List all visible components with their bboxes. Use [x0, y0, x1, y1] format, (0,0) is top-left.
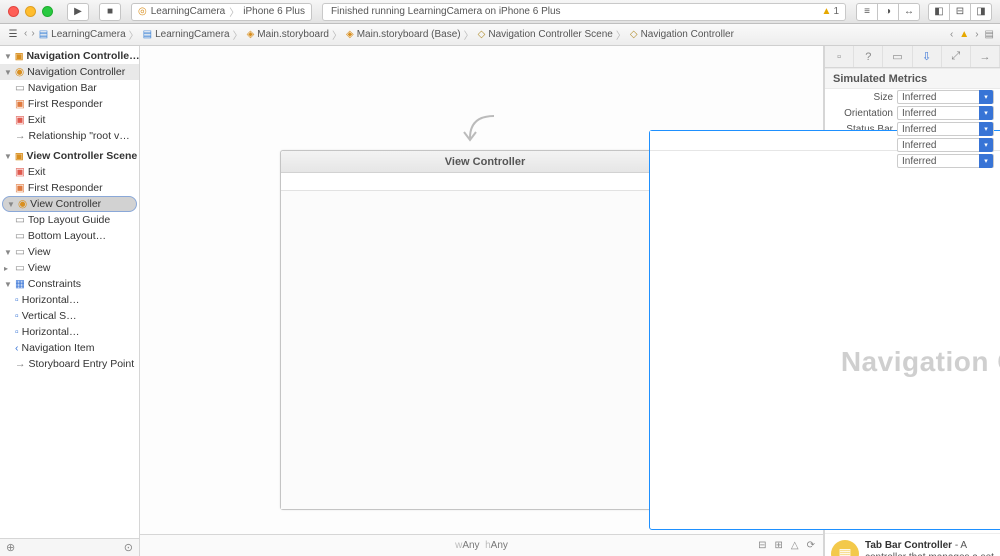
simulated-status-bar: [281, 173, 689, 191]
outline-scene-nav[interactable]: ▼▣Navigation Controlle…: [0, 48, 139, 64]
window-controls: [8, 6, 53, 17]
outline-scene-vc[interactable]: ▼▣View Controller Scene: [0, 148, 139, 164]
outline-constraints[interactable]: ▼▦Constraints: [0, 276, 139, 292]
outline-view[interactable]: ▼▭View: [0, 244, 139, 260]
run-button[interactable]: ▶: [67, 3, 89, 21]
filter-clock-icon[interactable]: ⊙: [124, 541, 133, 554]
topbar-select[interactable]: Inferred▾: [897, 138, 994, 152]
inspector-tabs: ▫ ? ▭ ⇩ ⤢ →: [825, 46, 1000, 68]
outline-subview[interactable]: ▸▭View: [0, 260, 139, 276]
orientation-label: Orientation: [831, 108, 893, 119]
library-item-icon: ▦: [831, 540, 859, 556]
storyboard-canvas[interactable]: View Controller ⟶ ‹ ▣ ▣ Navigation Cont …: [140, 46, 824, 556]
issue-indicator-icon[interactable]: ▲: [959, 29, 969, 40]
panel-toggle-segment[interactable]: ◧ ⊟ ◨: [928, 3, 992, 21]
entry-arrow-icon: [460, 114, 500, 154]
crumb-storyboard-base[interactable]: ◈Main.storyboard (Base)〉: [346, 27, 474, 42]
connections-inspector-tab[interactable]: →: [971, 46, 1000, 67]
crumb-scene[interactable]: ◇Navigation Controller Scene〉: [478, 27, 626, 42]
file-inspector-tab[interactable]: ▫: [825, 46, 854, 67]
warning-icon[interactable]: ▲: [822, 6, 832, 17]
pin-tool-icon[interactable]: ⊞: [775, 540, 783, 551]
close-window[interactable]: [8, 6, 19, 17]
outline-entry-point[interactable]: →Storyboard Entry Point: [0, 356, 139, 372]
size-inspector-tab[interactable]: ⤢: [942, 46, 971, 67]
scheme-target: LearningCamera: [151, 6, 226, 17]
size-select[interactable]: Inferred▾: [897, 90, 994, 104]
jump-bar: ☰ ‹ › ▤LearningCamera〉 ▤LearningCamera〉 …: [0, 24, 1000, 46]
size-class-selector[interactable]: wAny hAny: [455, 540, 508, 551]
outline-first-responder-2[interactable]: ▣First Responder: [0, 180, 139, 196]
jump-prev-issue-icon[interactable]: ‹: [950, 29, 953, 40]
outline-view-controller[interactable]: ▼◉View Controller: [2, 196, 137, 212]
editor-mode-segment[interactable]: ≡ ◑ ↔: [856, 3, 920, 21]
outline-navcontroller[interactable]: ▼◉Navigation Controller: [0, 64, 139, 80]
zoom-window[interactable]: [42, 6, 53, 17]
jump-next-issue-icon[interactable]: ›: [975, 29, 978, 40]
toggle-debug-icon[interactable]: ⊟: [949, 3, 971, 21]
status-text: Finished running LearningCamera on iPhon…: [331, 6, 561, 17]
crumb-storyboard[interactable]: ◈Main.storyboard〉: [247, 27, 342, 42]
version-editor-icon[interactable]: ↔: [898, 3, 920, 21]
outline-exit-2[interactable]: ▣Exit: [0, 164, 139, 180]
jump-back-icon[interactable]: ‹: [24, 28, 27, 42]
attributes-inspector-tab[interactable]: ⇩: [913, 46, 942, 67]
standard-editor-icon[interactable]: ≡: [856, 3, 878, 21]
outline-relationship[interactable]: →Relationship "root v…: [0, 128, 139, 144]
canvas-footer: wAny hAny ⊟ ⊞ △ ⟳: [140, 534, 823, 556]
toggle-inspector-icon[interactable]: ◨: [970, 3, 992, 21]
toggle-navigator-icon[interactable]: ◧: [928, 3, 950, 21]
outline-navigation-item[interactable]: ‹Navigation Item: [0, 340, 139, 356]
align-tool-icon[interactable]: ⊟: [758, 540, 766, 551]
identity-inspector-tab[interactable]: ▭: [883, 46, 912, 67]
outline-bottom-layout[interactable]: ▭Bottom Layout…: [0, 228, 139, 244]
navigation-controller-scene[interactable]: ‹ ▣ ▣: [649, 130, 1000, 530]
size-label: Size: [831, 92, 893, 103]
section-simulated-metrics: Simulated Metrics: [825, 68, 1000, 89]
outline-exit[interactable]: ▣Exit: [0, 112, 139, 128]
outline-filter-bar: ⊕ ⊙: [0, 538, 139, 556]
outline-first-responder[interactable]: ▣First Responder: [0, 96, 139, 112]
bottombar-select[interactable]: Inferred▾: [897, 154, 994, 168]
statusbar-select[interactable]: Inferred▾: [897, 122, 994, 136]
scheme-device: iPhone 6 Plus: [243, 6, 305, 17]
warning-count: 1: [833, 6, 839, 17]
scheme-selector[interactable]: ◎ LearningCamera 〉 iPhone 6 Plus: [131, 3, 312, 21]
navcontroller-label: Navigation Cont: [841, 346, 1000, 378]
crumb-project[interactable]: ▤LearningCamera〉: [39, 27, 139, 42]
outline-top-layout[interactable]: ▭Top Layout Guide: [0, 212, 139, 228]
jump-forward-icon[interactable]: ›: [31, 28, 34, 42]
outline-constraint-h2[interactable]: ▫Horizontal…: [0, 324, 139, 340]
orientation-select[interactable]: Inferred▾: [897, 106, 994, 120]
related-items-icon[interactable]: ☰: [6, 28, 20, 42]
library-item-text: Tab Bar Controller - A controller that m…: [865, 540, 994, 556]
filter-icon[interactable]: ⊕: [6, 541, 15, 554]
crumb-group[interactable]: ▤LearningCamera〉: [143, 27, 243, 42]
minimize-window[interactable]: [25, 6, 36, 17]
outline-navbar[interactable]: ▭Navigation Bar: [0, 80, 139, 96]
resolve-tool-icon[interactable]: △: [791, 540, 799, 551]
app-icon: ◎: [138, 6, 147, 17]
crumb-navcontroller[interactable]: ◇Navigation Controller: [630, 29, 734, 40]
document-outline: ▼▣Navigation Controlle… ▼◉Navigation Con…: [0, 46, 140, 556]
view-controller-view[interactable]: [281, 191, 689, 509]
view-controller-scene[interactable]: View Controller: [280, 150, 690, 510]
assistant-editor-icon[interactable]: ◑: [877, 3, 899, 21]
stop-button[interactable]: ■: [99, 3, 121, 21]
activity-status: Finished running LearningCamera on iPhon…: [322, 3, 846, 21]
titlebar: ▶ ■ ◎ LearningCamera 〉 iPhone 6 Plus Fin…: [0, 0, 1000, 24]
resize-tool-icon[interactable]: ⟳: [807, 540, 815, 551]
outline-constraint-h1[interactable]: ▫Horizontal…: [0, 292, 139, 308]
library-item[interactable]: ▦ Tab Bar Controller - A controller that…: [825, 534, 1000, 556]
outline-toggle-icon[interactable]: ▤: [985, 29, 994, 40]
outline-constraint-v[interactable]: ▫Vertical S…: [0, 308, 139, 324]
help-inspector-tab[interactable]: ?: [854, 46, 883, 67]
scene-title: View Controller: [281, 151, 689, 173]
